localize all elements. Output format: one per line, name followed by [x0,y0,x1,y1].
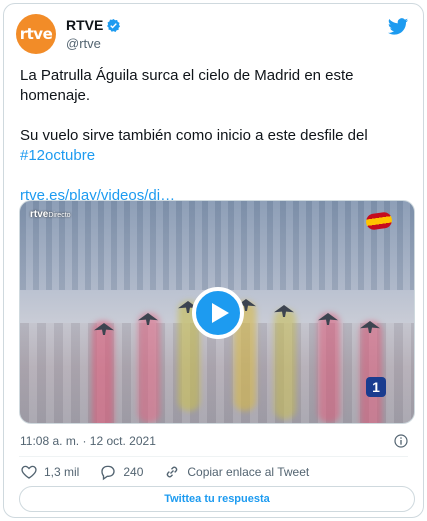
channel-badge: 1 [366,377,386,397]
play-icon [212,303,229,323]
author-names[interactable]: RTVE @rtve [66,17,121,51]
heart-icon [21,465,37,479]
tweet-line-1: La Patrulla Águila surca el cielo de Mad… [20,67,354,104]
broadcast-logo: rtveDirecto [30,209,71,220]
copy-link-label: Copiar enlace al Tweet [187,465,310,479]
display-name-text[interactable]: RTVE [66,17,103,33]
display-name[interactable]: RTVE [66,17,121,33]
timestamp-row: 11:08 a. m. · 12 oct. 2021 [20,432,409,450]
smoke-trail [92,321,114,423]
link-icon [167,466,178,478]
smoke-trail [274,309,296,419]
tweet-header: rtve RTVE @rtve [16,14,411,56]
reply-count: 240 [123,465,144,479]
reply-action[interactable]: 240 [99,463,143,481]
handle[interactable]: @rtve [66,36,121,51]
broadcast-live: Directo [48,212,71,219]
video-background-upper [20,201,414,290]
tweet-card: rtve RTVE @rtve La Patrulla Águila surca… [3,3,424,518]
twitter-bird-icon[interactable] [387,16,409,38]
tweet-line-2-text: Su vuelo sirve también como inicio a est… [20,127,368,144]
play-button[interactable] [192,287,244,339]
action-bar: 1,3 mil 240 Copiar enlace al Tweet [20,462,407,482]
hashtag-link[interactable]: #12octubre [20,147,95,164]
reply-icon [101,465,116,481]
avatar[interactable]: rtve [16,14,56,54]
divider [19,456,408,457]
timestamp[interactable]: 11:08 a. m. · 12 oct. 2021 [20,434,156,448]
broadcast-brand: rtve [30,209,49,220]
reply-button[interactable]: Twittea tu respuesta [19,486,415,512]
smoke-trail [318,313,340,423]
video-player[interactable]: rtveDirecto 1 [19,200,415,424]
smoke-trail [360,321,382,423]
verified-icon [107,18,121,32]
like-action[interactable]: 1,3 mil [20,463,79,481]
like-count: 1,3 mil [44,465,80,479]
info-icon[interactable] [393,433,409,449]
smoke-trail [138,313,160,423]
copy-link-action[interactable]: Copiar enlace al Tweet [163,463,309,481]
tweet-line-2: Su vuelo sirve también como inicio a est… [20,126,400,166]
